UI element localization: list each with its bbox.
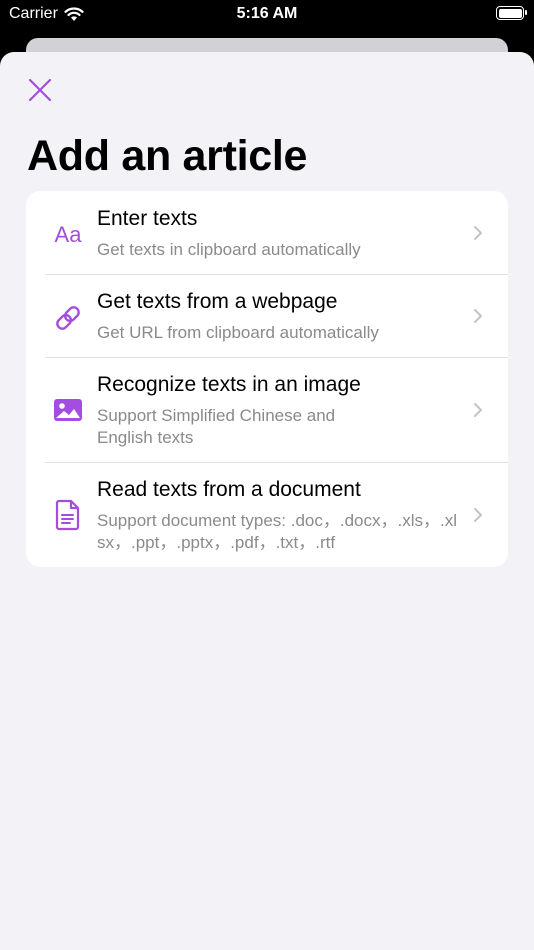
source-options-list: Aa Enter texts Get texts in clipboard au…: [26, 191, 508, 567]
text-size-icon-glyph: Aa: [54, 222, 82, 247]
photo-icon: [50, 392, 86, 428]
option-subtitle: Support document types: .doc，.docx，.xls，…: [97, 511, 457, 552]
link-icon: [50, 300, 86, 336]
option-title: Recognize texts in an image: [97, 373, 361, 396]
status-bar: Carrier 5:16 AM: [0, 0, 534, 30]
chevron-right-icon: [474, 309, 482, 323]
close-icon[interactable]: [24, 74, 56, 106]
option-image[interactable]: Recognize texts in an image Support Simp…: [26, 357, 508, 462]
option-subtitle: Support Simplified Chinese and English t…: [97, 406, 336, 447]
option-webpage[interactable]: Get texts from a webpage Get URL from cl…: [26, 274, 508, 357]
option-title: Read texts from a document: [97, 478, 361, 501]
chevron-right-icon: [474, 226, 482, 240]
text-size-icon: Aa: [50, 217, 86, 253]
option-title: Get texts from a webpage: [97, 290, 338, 313]
add-article-sheet: Add an article Aa Enter texts Get texts …: [0, 52, 534, 950]
chevron-right-icon: [474, 403, 482, 417]
option-subtitle: Get URL from clipboard automatically: [97, 323, 379, 342]
option-subtitle: Get texts in clipboard automatically: [97, 240, 361, 259]
chevron-right-icon: [474, 508, 482, 522]
battery-icon: [496, 6, 527, 20]
option-enter-texts[interactable]: Aa Enter texts Get texts in clipboard au…: [26, 191, 508, 274]
page-title: Add an article: [27, 132, 308, 180]
option-title: Enter texts: [97, 207, 198, 230]
option-document[interactable]: Read texts from a document Support docum…: [26, 462, 508, 567]
document-icon: [50, 497, 86, 533]
status-time: 5:16 AM: [236, 5, 298, 22]
